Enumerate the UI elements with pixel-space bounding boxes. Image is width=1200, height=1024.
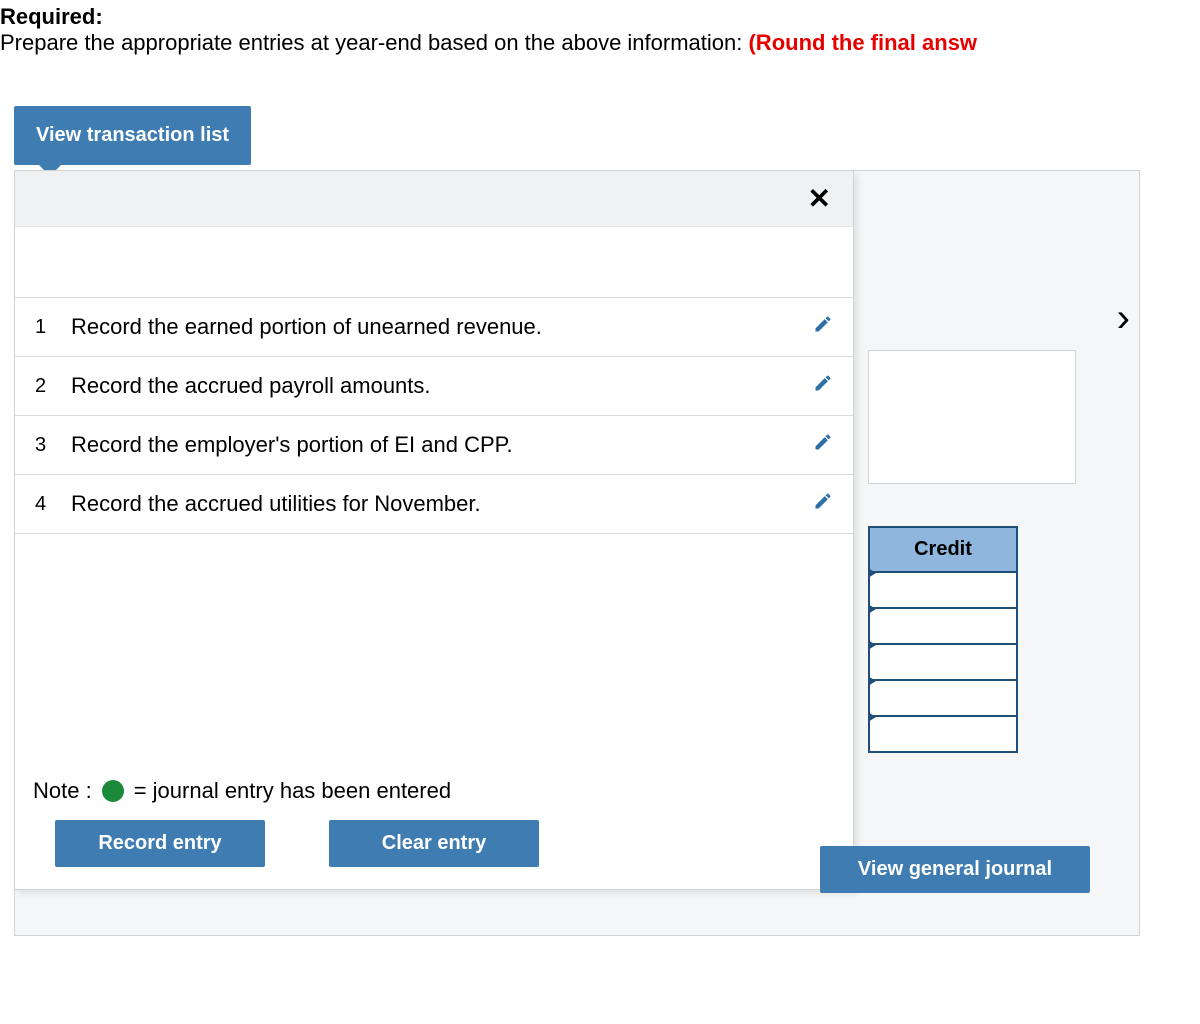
transaction-number: 1	[35, 316, 71, 339]
clear-entry-button[interactable]: Clear entry	[329, 820, 539, 867]
transaction-list-panel: ✕ 1 Record the earned portion of unearne…	[14, 170, 854, 890]
transaction-row[interactable]: 4 Record the accrued utilities for Novem…	[15, 474, 853, 534]
transaction-number: 4	[35, 493, 71, 516]
note-label: Note :	[33, 778, 92, 804]
credit-cell[interactable]	[868, 573, 1018, 609]
pencil-icon[interactable]	[803, 432, 833, 458]
view-general-journal-label: View general journal	[858, 858, 1052, 880]
credit-cell[interactable]	[868, 609, 1018, 645]
transaction-row[interactable]: 1 Record the earned portion of unearned …	[15, 297, 853, 356]
transaction-description: Record the earned portion of unearned re…	[71, 314, 803, 340]
record-entry-button[interactable]: Record entry	[55, 820, 265, 867]
panel-header: ✕	[15, 171, 853, 227]
required-label: Required:	[0, 4, 103, 29]
view-transaction-list-tab[interactable]: View transaction list	[14, 106, 251, 165]
transaction-description: Record the accrued utilities for Novembe…	[71, 491, 803, 517]
question-prompt: Required: Prepare the appropriate entrie…	[0, 0, 1200, 56]
credit-cell[interactable]	[868, 681, 1018, 717]
note-text: = journal entry has been entered	[134, 778, 451, 804]
next-arrow-icon[interactable]: ›	[1117, 296, 1130, 341]
entered-dot-icon	[102, 780, 124, 802]
pencil-icon[interactable]	[803, 491, 833, 517]
clear-entry-label: Clear entry	[382, 832, 487, 854]
prompt-emphasis: (Round the final answ	[748, 30, 977, 55]
transaction-description: Record the employer's portion of EI and …	[71, 432, 803, 458]
transaction-number: 2	[35, 375, 71, 398]
account-dropdown-placeholder[interactable]	[868, 350, 1076, 484]
pencil-icon[interactable]	[803, 314, 833, 340]
credit-cell[interactable]	[868, 717, 1018, 753]
transaction-list: 1 Record the earned portion of unearned …	[15, 297, 853, 534]
transaction-row[interactable]: 2 Record the accrued payroll amounts.	[15, 356, 853, 415]
credit-column: Credit	[868, 526, 1018, 753]
prompt-text: Prepare the appropriate entries at year-…	[0, 30, 748, 55]
transaction-description: Record the accrued payroll amounts.	[71, 373, 803, 399]
pencil-icon[interactable]	[803, 373, 833, 399]
view-general-journal-button[interactable]: View general journal	[820, 846, 1090, 893]
tab-label: View transaction list	[36, 124, 229, 146]
record-entry-label: Record entry	[98, 832, 221, 854]
transaction-row[interactable]: 3 Record the employer's portion of EI an…	[15, 415, 853, 474]
credit-cell[interactable]	[868, 645, 1018, 681]
credit-header: Credit	[868, 526, 1018, 573]
note-legend: Note : = journal entry has been entered	[15, 764, 853, 804]
transaction-number: 3	[35, 434, 71, 457]
close-icon[interactable]: ✕	[808, 182, 831, 215]
